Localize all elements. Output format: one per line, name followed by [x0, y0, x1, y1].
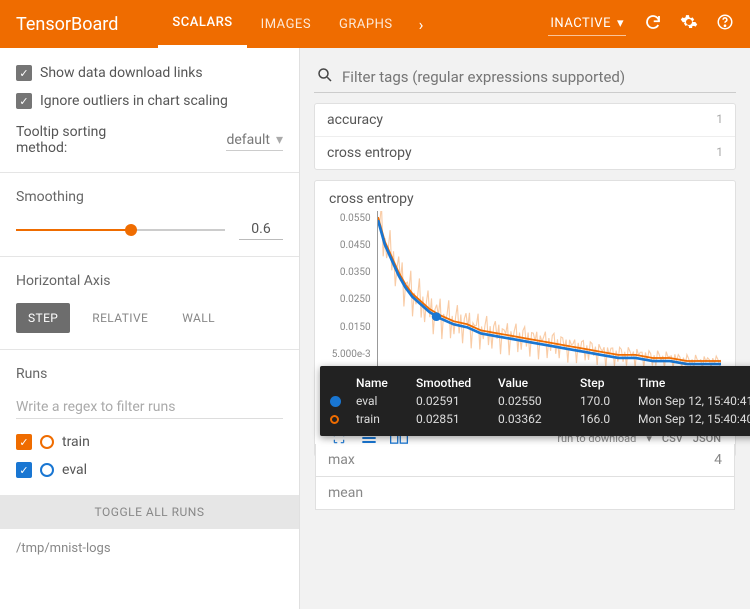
inactive-select[interactable]: INACTIVE ▾ [548, 12, 626, 36]
tt-row-train: train 0.02851 0.03362 166.0 Mon Sep 12, … [330, 410, 750, 428]
axis-wall-button[interactable]: WALL [170, 303, 227, 333]
run-color-icon [40, 463, 54, 477]
tt-row-eval: eval 0.02591 0.02550 170.0 Mon Sep 12, 1… [330, 392, 750, 410]
tab-graphs[interactable]: GRAPHS [325, 0, 407, 48]
reload-icon[interactable] [644, 13, 662, 35]
tag-search[interactable] [314, 62, 736, 93]
group-accuracy[interactable]: accuracy 1 [315, 104, 735, 137]
checkbox-icon[interactable]: ✓ [16, 65, 32, 81]
caret-down-icon: ▾ [617, 16, 624, 31]
group-name: cross entropy [327, 145, 412, 161]
tt-col: Step [580, 376, 630, 390]
group-max[interactable]: max 4 [315, 444, 735, 477]
run-train[interactable]: ✓ train [16, 431, 283, 453]
run-name: train [62, 434, 90, 450]
help-icon[interactable] [716, 13, 734, 35]
ytick: 0.0350 [329, 267, 371, 278]
group-mean[interactable]: mean [315, 477, 735, 510]
group-count: 1 [716, 112, 723, 128]
tab-images[interactable]: IMAGES [247, 0, 325, 48]
tt-name: eval [356, 394, 408, 408]
logdir-path: /tmp/mnist-logs [16, 541, 283, 556]
tt-col: Name [356, 376, 408, 390]
series-dot-icon [330, 396, 341, 407]
tooltip-sort-select[interactable]: default ▾ [226, 130, 283, 151]
app-header: TensorBoard SCALARS IMAGES GRAPHS › INAC… [0, 0, 750, 48]
group-count: 4 [714, 452, 722, 468]
group-count: 1 [716, 145, 723, 161]
tt-step: 170.0 [580, 394, 630, 408]
settings-icon[interactable] [680, 13, 698, 35]
slider-thumb[interactable] [125, 224, 137, 236]
ytick: 0.0450 [329, 240, 371, 251]
runs-regex-input[interactable]: Write a regex to filter runs [16, 396, 283, 419]
show-download-row[interactable]: ✓ Show data download links [16, 62, 283, 84]
group-cross-entropy[interactable]: cross entropy 1 [315, 137, 735, 169]
run-eval[interactable]: ✓ eval [16, 459, 283, 481]
chart-tooltip: Name Smoothed Value Step Time Relative e… [320, 366, 750, 436]
group-name: max [328, 452, 355, 468]
ytick: 0.0250 [329, 294, 371, 305]
group-name: mean [328, 485, 363, 501]
run-color-icon [40, 435, 54, 449]
smoothing-label: Smoothing [16, 189, 283, 205]
sidebar: ✓ Show data download links ✓ Ignore outl… [0, 48, 300, 609]
tt-name: train [356, 412, 408, 426]
ytick: 0.0150 [329, 322, 371, 333]
ytick: 0.0550 [329, 213, 371, 224]
checkbox-icon[interactable]: ✓ [16, 434, 32, 450]
tooltip-sort-label: Tooltip sorting method: [16, 124, 136, 156]
tt-smoothed: 0.02851 [416, 412, 490, 426]
main-panel: accuracy 1 cross entropy 1 cross entropy… [300, 48, 750, 609]
tt-col: Time [638, 376, 750, 390]
inactive-label: INACTIVE [550, 16, 611, 31]
checkbox-icon[interactable]: ✓ [16, 462, 32, 478]
tt-value: 0.02550 [498, 394, 572, 408]
smoothing-value[interactable]: 0.6 [239, 219, 283, 240]
runs-label: Runs [16, 366, 283, 382]
ytick: 5.000e-3 [329, 349, 371, 360]
caret-down-icon: ▾ [276, 132, 283, 148]
series-dot-icon [330, 415, 339, 424]
tt-col: Smoothed [416, 376, 490, 390]
collapsed-groups: max 4 mean [315, 444, 735, 510]
tt-time: Mon Sep 12, 15:40:40 [638, 412, 750, 426]
tt-col: Value [498, 376, 572, 390]
toggle-all-runs-button[interactable]: TOGGLE ALL RUNS [0, 495, 299, 529]
smoothing-slider[interactable] [16, 220, 225, 240]
tt-step: 166.0 [580, 412, 630, 426]
tt-smoothed: 0.02591 [416, 394, 490, 408]
run-name: eval [62, 462, 87, 478]
tag-search-input[interactable] [342, 68, 734, 86]
tt-time: Mon Sep 12, 15:40:41 [638, 394, 750, 408]
search-icon [316, 66, 334, 88]
tab-scalars[interactable]: SCALARS [158, 0, 246, 48]
chart-title: cross entropy [329, 191, 721, 207]
axis-step-button[interactable]: STEP [16, 303, 70, 333]
chart-card: cross entropy 0.0550 0.0450 0.0350 0.025… [314, 180, 736, 457]
show-download-label: Show data download links [40, 65, 203, 81]
scalar-groups: accuracy 1 cross entropy 1 [314, 103, 736, 170]
tabs-more-icon[interactable]: › [407, 15, 436, 34]
haxis-label: Horizontal Axis [16, 273, 283, 289]
ignore-outliers-label: Ignore outliers in chart scaling [40, 93, 228, 109]
axis-relative-button[interactable]: RELATIVE [80, 303, 160, 333]
tt-value: 0.03362 [498, 412, 572, 426]
checkbox-icon[interactable]: ✓ [16, 93, 32, 109]
group-name: accuracy [327, 112, 383, 128]
tabs: SCALARS IMAGES GRAPHS [158, 0, 406, 48]
ignore-outliers-row[interactable]: ✓ Ignore outliers in chart scaling [16, 90, 283, 112]
tooltip-sort-value: default [226, 132, 270, 148]
brand: TensorBoard [16, 14, 118, 35]
